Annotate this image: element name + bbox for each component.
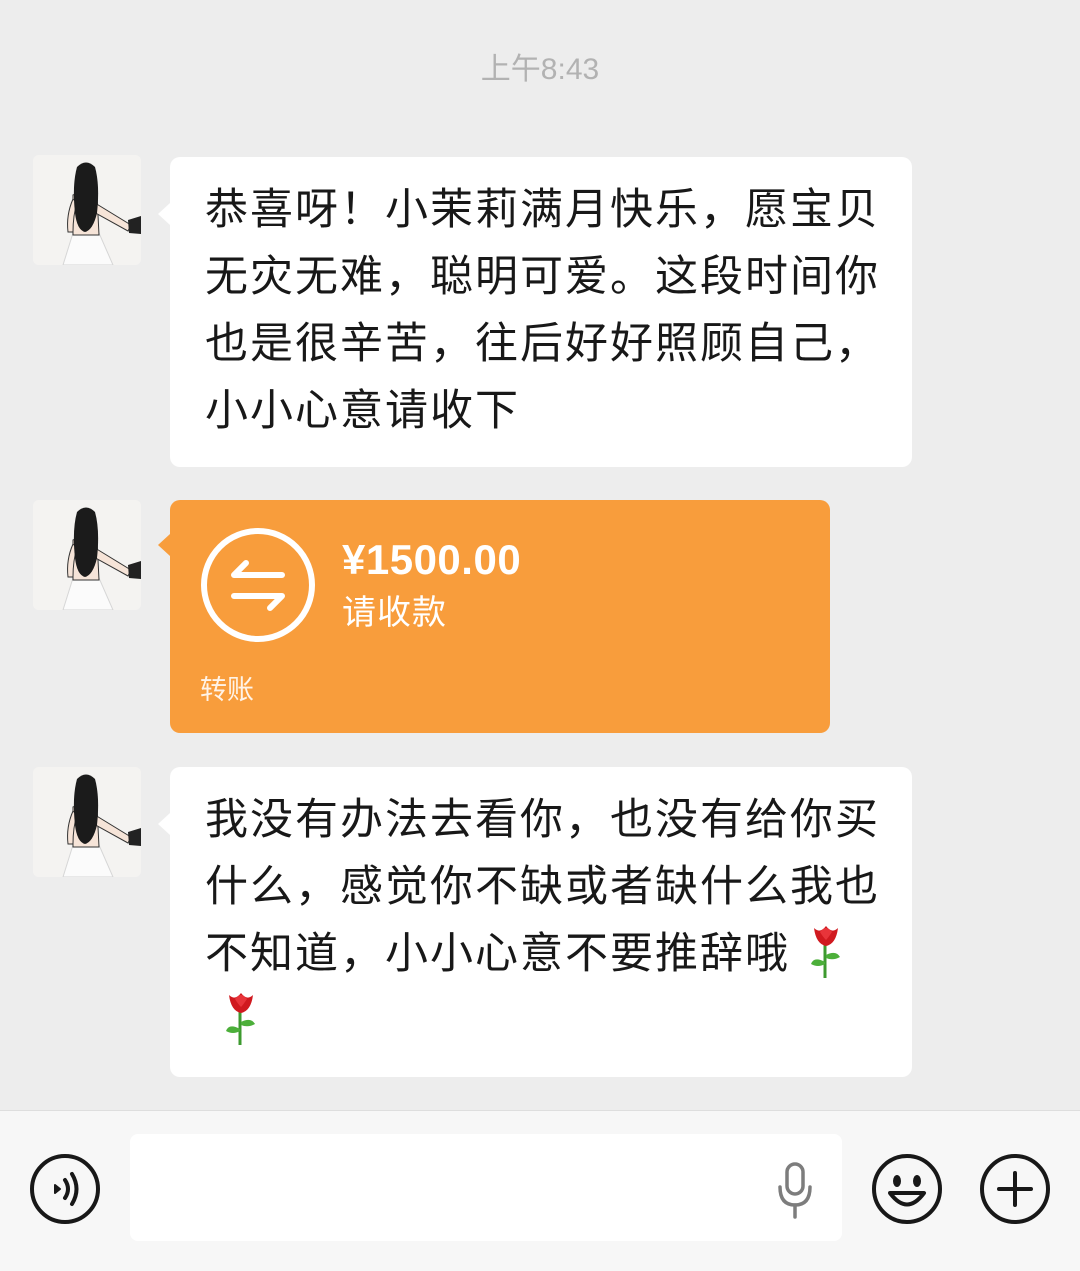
chat-input-bar: [0, 1110, 1080, 1271]
emoji-button[interactable]: [870, 1152, 944, 1226]
girl-avatar-icon: [33, 767, 141, 877]
transfer-status: 请收款: [342, 594, 447, 632]
rose-icon: [226, 993, 255, 1045]
microphone-icon[interactable]: [776, 1161, 814, 1221]
message-input[interactable]: [130, 1134, 842, 1241]
message-text: 恭喜呀！小茉莉满月快乐，愿宝贝无灾无难，聪明可爱。这段时间你也是很辛苦，往后好好…: [205, 186, 880, 435]
contact-avatar[interactable]: [33, 500, 141, 610]
voice-button[interactable]: [28, 1152, 102, 1226]
transfer-amount: ¥1500.00: [342, 536, 522, 583]
message-text: 我没有办法去看你，也没有给你买什么，感觉你不缺或者缺什么我也不知道，小小心意不要…: [205, 796, 880, 978]
transfer-arrows-icon: [201, 528, 315, 642]
voice-icon: [30, 1154, 100, 1224]
smiley-icon: [872, 1154, 942, 1224]
transfer-card[interactable]: ¥1500.00 请收款 转账: [158, 500, 830, 733]
message-timestamp: 上午8:43: [480, 53, 600, 86]
contact-avatar[interactable]: [33, 155, 141, 265]
message-bubble[interactable]: 我没有办法去看你，也没有给你买什么，感觉你不缺或者缺什么我也不知道，小小心意不要…: [158, 767, 912, 1077]
transfer-label: 转账: [200, 675, 254, 705]
more-button[interactable]: [978, 1152, 1052, 1226]
rose-icon: [811, 926, 840, 978]
girl-avatar-icon: [33, 500, 141, 610]
contact-avatar[interactable]: [33, 767, 141, 877]
plus-icon: [980, 1154, 1050, 1224]
girl-avatar-icon: [33, 155, 141, 265]
message-bubble[interactable]: 恭喜呀！小茉莉满月快乐，愿宝贝无灾无难，聪明可爱。这段时间你也是很辛苦，往后好好…: [158, 157, 912, 467]
